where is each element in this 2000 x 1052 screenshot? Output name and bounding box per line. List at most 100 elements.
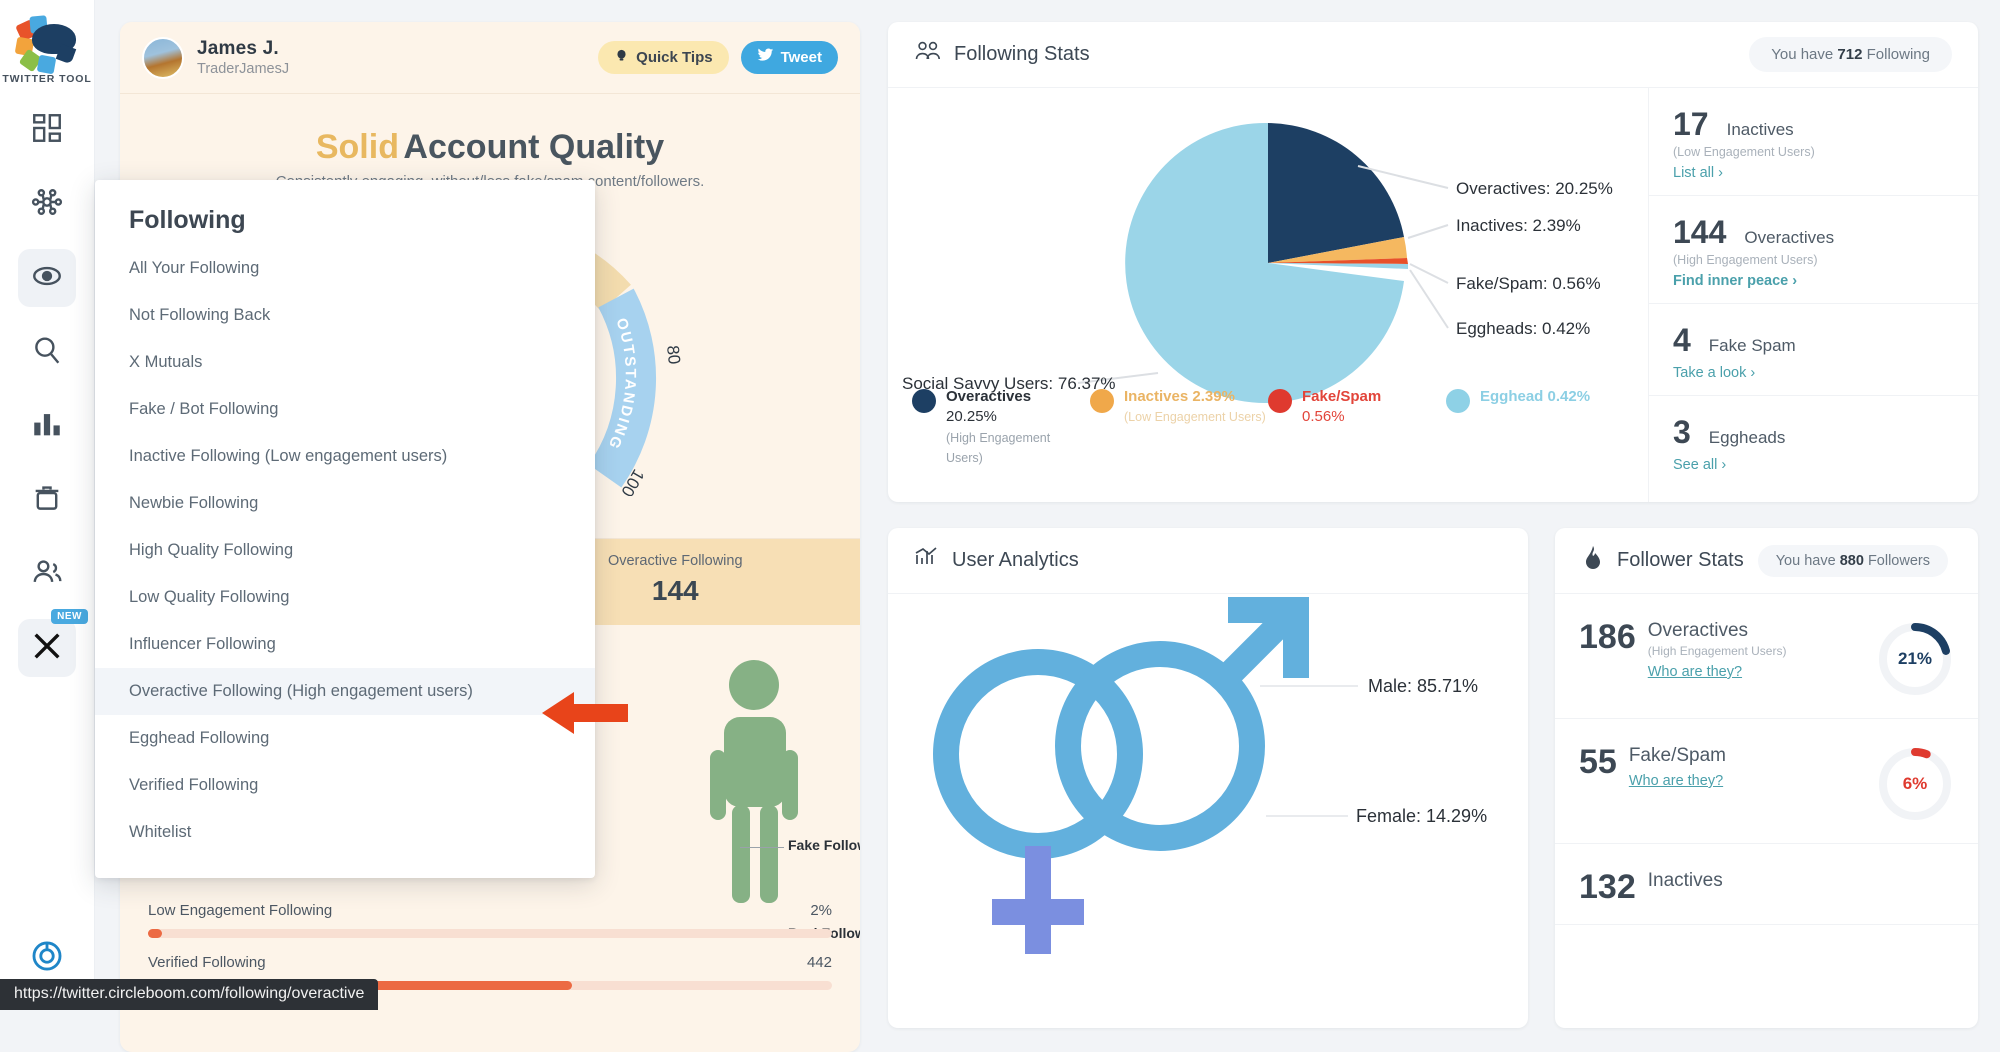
profile-handle: TraderJamesJ bbox=[197, 61, 289, 77]
dead-face-icon bbox=[1268, 389, 1292, 413]
dropdown-title: Following bbox=[95, 206, 595, 245]
sidebar-item-users[interactable] bbox=[18, 545, 76, 603]
menu-item-overactive-following[interactable]: Overactive Following (High engagement us… bbox=[95, 668, 595, 715]
following-stats-header: Following Stats You have 712 Following bbox=[888, 22, 1978, 88]
user-analytics-title: User Analytics bbox=[952, 549, 1079, 572]
sidebar-item-trash[interactable] bbox=[18, 471, 76, 529]
left-nav-rail: TWITTER TOOL bbox=[0, 0, 95, 1010]
follower-row-overactives: 186 Overactives (High Engagement Users) … bbox=[1555, 594, 1978, 719]
flame-icon bbox=[1581, 545, 1605, 576]
legend-name: Fake/Spam bbox=[1302, 388, 1381, 405]
status-bar-url: https://twitter.circleboom.com/following… bbox=[0, 979, 378, 1010]
users-icon bbox=[30, 555, 64, 594]
legend-item-egghead: Egghead 0.42% bbox=[1446, 387, 1624, 468]
sad-face-icon bbox=[1090, 389, 1114, 413]
eye-icon bbox=[30, 259, 64, 298]
follower-label: Inactives bbox=[1648, 870, 1723, 891]
profile-bar: James J. TraderJamesJ Quick Tips Tweet bbox=[120, 22, 860, 94]
stat-row-eggheads: 3 Eggheads See all › bbox=[1649, 396, 1978, 487]
logo-text: TWITTER TOOL bbox=[2, 73, 91, 85]
quick-tips-label: Quick Tips bbox=[636, 49, 712, 66]
menu-item-inactive-following[interactable]: Inactive Following (Low engagement users… bbox=[95, 433, 595, 480]
stat-link-find-inner-peace[interactable]: Find inner peace › bbox=[1673, 273, 1954, 289]
page-title: Solid Account Quality bbox=[120, 128, 860, 167]
sidebar-item-network[interactable] bbox=[18, 175, 76, 233]
tweet-label: Tweet bbox=[781, 49, 822, 66]
sidebar-item-dashboard[interactable] bbox=[18, 101, 76, 159]
pie-label-inactives: Inactives: 2.39% bbox=[1456, 216, 1581, 235]
stat-link-see-all[interactable]: See all › bbox=[1673, 457, 1954, 473]
pie-label-overactives: Overactives: 20.25% bbox=[1456, 179, 1613, 198]
menu-item-x-mutuals[interactable]: X Mutuals bbox=[95, 339, 595, 386]
sidebar-item-following[interactable] bbox=[18, 249, 76, 307]
donut-overactives: 21% bbox=[1876, 620, 1954, 698]
stat-number: 144 bbox=[1673, 214, 1726, 251]
following-dropdown-menu[interactable]: Following All Your Following Not Followi… bbox=[95, 180, 595, 878]
profile-name: James J. bbox=[197, 38, 289, 60]
legend-name: Inactives 2.39% bbox=[1124, 388, 1235, 405]
follower-row-fake-spam: 55 Fake/Spam Who are they? 6% bbox=[1555, 719, 1978, 844]
stat-label: Fake Spam bbox=[1709, 336, 1796, 356]
egg-icon bbox=[1446, 389, 1470, 413]
logo-mark-icon bbox=[16, 14, 78, 68]
red-arrow-pointer-icon bbox=[540, 690, 630, 736]
pie-legend: Overactives 20.25% (High Engagement User… bbox=[888, 387, 1648, 468]
menu-item-all-your-following[interactable]: All Your Following bbox=[95, 245, 595, 292]
gender-symbol-svg: Male: 85.71% Female: 14.29% bbox=[888, 594, 1528, 1024]
badge-prefix: You have bbox=[1776, 553, 1836, 569]
legend-item-overactives: Overactives 20.25% (High Engagement User… bbox=[912, 387, 1090, 468]
follower-stats-title: Follower Stats bbox=[1617, 549, 1744, 572]
person-figure-icon bbox=[706, 655, 826, 905]
user-analytics-header: User Analytics bbox=[888, 528, 1528, 594]
menu-item-influencer-following[interactable]: Influencer Following bbox=[95, 621, 595, 668]
stat-link-list-all[interactable]: List all › bbox=[1673, 165, 1954, 181]
profile-actions: Quick Tips Tweet bbox=[598, 41, 838, 74]
follower-stats-header: Follower Stats You have 880 Followers bbox=[1555, 528, 1978, 594]
headline-accent: Solid bbox=[316, 128, 399, 166]
gauge-tick-80: 80 bbox=[663, 344, 684, 365]
badge-value: 712 bbox=[1837, 46, 1862, 63]
headline-rest: Account Quality bbox=[403, 128, 664, 166]
stat-link-take-a-look[interactable]: Take a look › bbox=[1673, 365, 1954, 381]
menu-item-verified-following[interactable]: Verified Following bbox=[95, 762, 595, 809]
legend-sub: (Low Engagement Users) bbox=[1124, 410, 1266, 424]
menu-item-newbie-following[interactable]: Newbie Following bbox=[95, 480, 595, 527]
pie-label-eggheads: Eggheads: 0.42% bbox=[1456, 319, 1590, 338]
gender-chart: Male: 85.71% Female: 14.29% bbox=[888, 594, 1528, 1024]
following-stats-body: Overactives: 20.25% Inactives: 2.39% Fak… bbox=[888, 88, 1978, 502]
pie-svg: Overactives: 20.25% Inactives: 2.39% Fak… bbox=[888, 88, 1648, 418]
bar-label: Low Engagement Following bbox=[148, 902, 332, 919]
stat-label: Eggheads bbox=[1709, 428, 1786, 448]
menu-item-whitelist[interactable]: Whitelist bbox=[95, 809, 595, 856]
follower-link-who-are-they[interactable]: Who are they? bbox=[1648, 664, 1787, 680]
menu-item-not-following-back[interactable]: Not Following Back bbox=[95, 292, 595, 339]
stat-sub: (High Engagement Users) bbox=[1673, 253, 1954, 267]
menu-item-low-quality-following[interactable]: Low Quality Following bbox=[95, 574, 595, 621]
app-logo[interactable]: TWITTER TOOL bbox=[2, 14, 91, 85]
menu-item-egghead-following[interactable]: Egghead Following bbox=[95, 715, 595, 762]
tweet-button[interactable]: Tweet bbox=[741, 41, 838, 74]
sidebar-item-analytics[interactable] bbox=[18, 397, 76, 455]
callout-fake-following: Fake Following: 0.56% bbox=[788, 837, 860, 853]
legend-name: Egghead 0.42% bbox=[1480, 388, 1590, 405]
sidebar-item-x-platform[interactable]: NEW bbox=[18, 619, 76, 677]
follower-label: Overactives bbox=[1648, 620, 1748, 641]
menu-item-high-quality-following[interactable]: High Quality Following bbox=[95, 527, 595, 574]
help-button[interactable] bbox=[21, 932, 73, 984]
stat-label: Inactives bbox=[1727, 120, 1794, 140]
x-icon bbox=[30, 629, 64, 668]
following-pie-chart: Overactives: 20.25% Inactives: 2.39% Fak… bbox=[888, 88, 1648, 502]
legend-value: 0.56% bbox=[1302, 408, 1345, 425]
bar-label: Verified Following bbox=[148, 954, 266, 971]
follower-number: 55 bbox=[1579, 745, 1617, 789]
follower-link-who-are-they[interactable]: Who are they? bbox=[1629, 773, 1726, 789]
bar-fill bbox=[148, 929, 162, 938]
donut-value: 6% bbox=[1876, 745, 1954, 823]
quick-tips-button[interactable]: Quick Tips bbox=[598, 41, 728, 74]
gender-label-female: Female: 14.29% bbox=[1356, 806, 1487, 826]
menu-item-fake-bot-following[interactable]: Fake / Bot Following bbox=[95, 386, 595, 433]
avatar[interactable] bbox=[142, 37, 184, 79]
legend-item-fake-spam: Fake/Spam 0.56% bbox=[1268, 387, 1446, 468]
stat-number: 3 bbox=[1673, 414, 1691, 451]
sidebar-item-search[interactable] bbox=[18, 323, 76, 381]
